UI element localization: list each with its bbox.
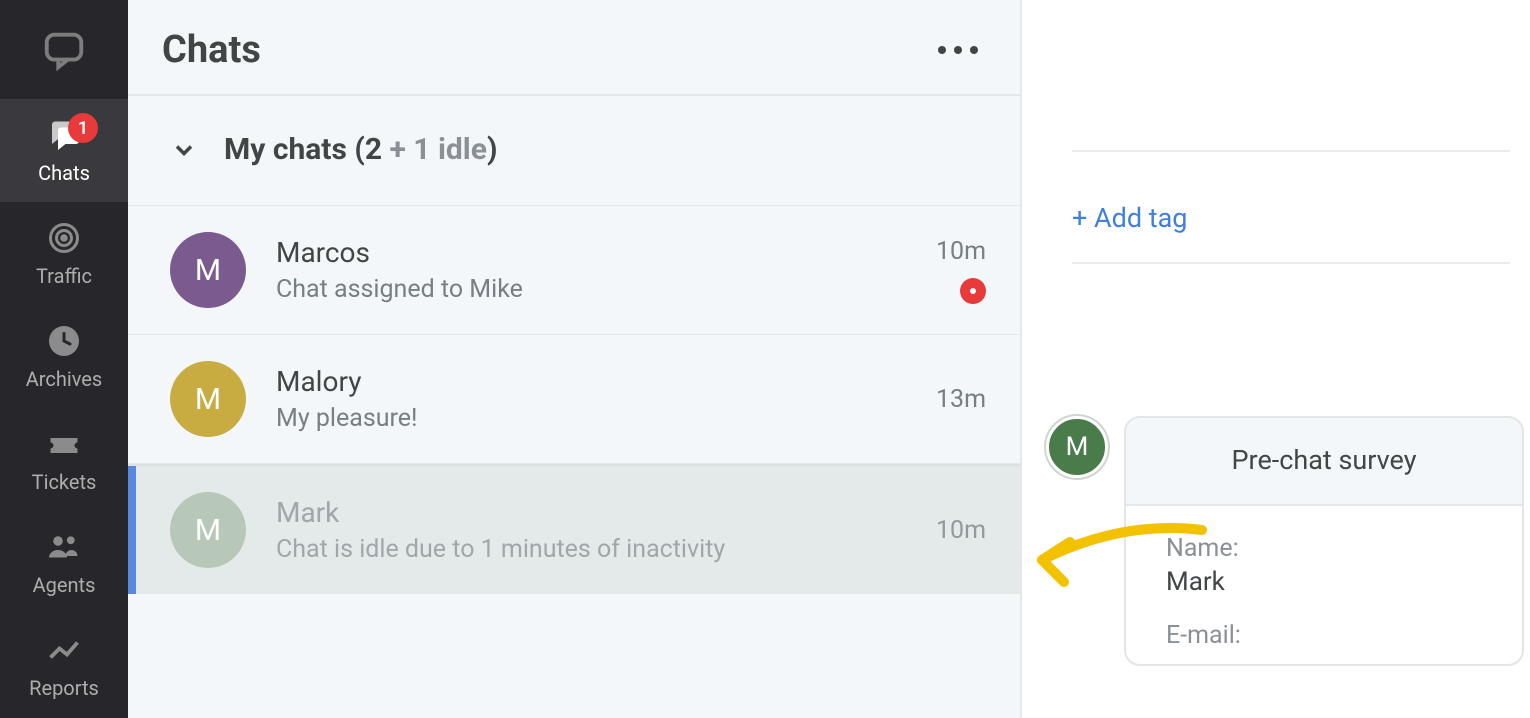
chat-preview: Chat is idle due to 1 minutes of inactiv… xyxy=(276,535,906,564)
nav-badge: 1 xyxy=(68,113,98,143)
chat-preview: My pleasure! xyxy=(276,404,906,433)
divider xyxy=(1072,150,1510,152)
avatar: M xyxy=(170,232,246,308)
avatar: M xyxy=(170,361,246,437)
avatar: M xyxy=(170,492,246,568)
chat-time: 10m xyxy=(936,516,986,545)
chat-row[interactable]: M Marcos Chat assigned to Mike 10m xyxy=(128,205,1020,335)
dot-icon xyxy=(970,46,978,54)
nav-rail: Chats 1 Traffic Archives Tickets Ag xyxy=(0,0,128,718)
nav-label: Archives xyxy=(26,367,102,391)
chat-logo-icon xyxy=(41,27,87,73)
details-panel: + Add tag M Pre-chat survey Name: Mark E… xyxy=(1022,0,1530,718)
add-tag-button[interactable]: + Add tag xyxy=(1072,202,1187,234)
nav-item-reports[interactable]: Reports xyxy=(0,615,128,718)
chat-list-panel: Chats My chats (2 + 1 idle) M Marcos Cha… xyxy=(128,0,1022,718)
alert-dot-icon xyxy=(960,278,986,304)
divider xyxy=(1072,262,1510,264)
more-menu-button[interactable] xyxy=(930,38,986,62)
chat-list: M Marcos Chat assigned to Mike 10m M Mal… xyxy=(128,195,1020,594)
chevron-down-icon xyxy=(170,136,198,164)
nav-item-traffic[interactable]: Traffic xyxy=(0,202,128,305)
nav-label: Chats xyxy=(38,161,90,185)
nav-item-tickets[interactable]: Tickets xyxy=(0,409,128,512)
archives-icon xyxy=(46,323,82,359)
chat-row-selected[interactable]: M Mark Chat is idle due to 1 minutes of … xyxy=(128,464,1020,594)
nav-label: Tickets xyxy=(32,470,97,494)
nav-label: Agents xyxy=(33,573,96,597)
survey-title: Pre-chat survey xyxy=(1126,418,1522,506)
chat-name: Malory xyxy=(276,365,906,398)
dot-icon xyxy=(938,46,946,54)
section-title: My chats (2 + 1 idle) xyxy=(224,132,498,167)
nav-label: Traffic xyxy=(36,264,92,288)
survey-field-label: Name: xyxy=(1166,534,1482,563)
survey-avatar: M xyxy=(1046,416,1108,478)
nav-item-agents[interactable]: Agents xyxy=(0,512,128,615)
chat-time: 13m xyxy=(936,385,986,414)
chat-name: Marcos xyxy=(276,236,906,269)
dot-icon xyxy=(954,46,962,54)
tickets-icon xyxy=(46,426,82,462)
chat-preview: Chat assigned to Mike xyxy=(276,275,906,304)
nav-item-archives[interactable]: Archives xyxy=(0,305,128,408)
chat-name: Mark xyxy=(276,496,906,529)
nav-label: Reports xyxy=(29,676,99,700)
survey-block: M Pre-chat survey Name: Mark E-mail: xyxy=(1046,416,1524,666)
traffic-icon xyxy=(46,220,82,256)
chat-time: 10m xyxy=(936,237,986,266)
survey-card: Pre-chat survey Name: Mark E-mail: xyxy=(1124,416,1524,666)
chat-row[interactable]: M Malory My pleasure! 13m xyxy=(128,335,1020,464)
survey-field-label: E-mail: xyxy=(1166,621,1482,650)
agents-icon xyxy=(46,529,82,565)
app-logo xyxy=(0,0,128,99)
nav-item-chats[interactable]: Chats 1 xyxy=(0,99,128,202)
survey-field-value: Mark xyxy=(1166,567,1482,597)
list-header: Chats xyxy=(128,0,1020,96)
page-title: Chats xyxy=(162,28,261,72)
reports-icon xyxy=(46,632,82,668)
section-header[interactable]: My chats (2 + 1 idle) xyxy=(128,96,1020,195)
